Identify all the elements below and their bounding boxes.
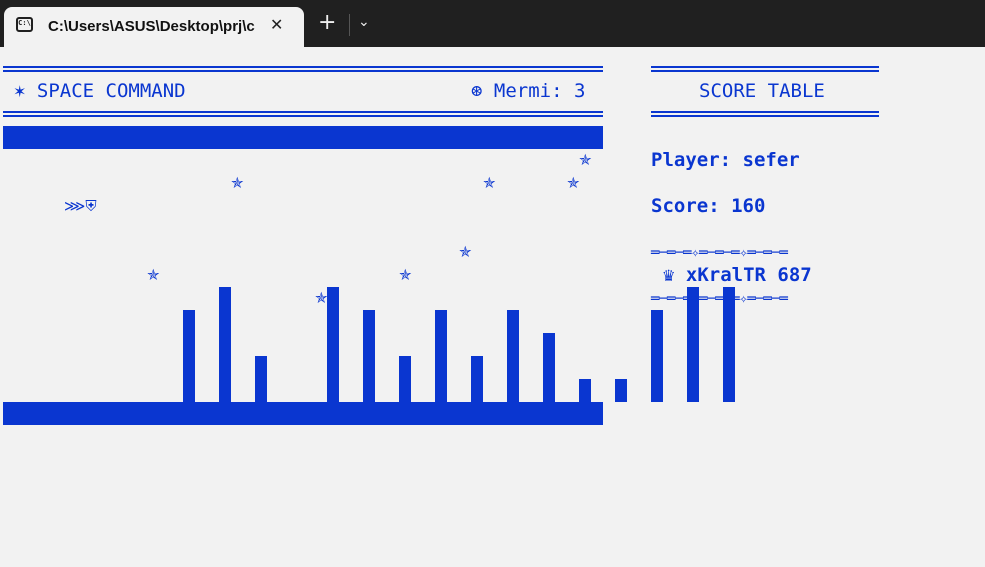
star-icon: ✯: [567, 174, 580, 192]
ammo-counter: ⊛ Mermi: 3: [471, 80, 586, 102]
terrain-column: [543, 333, 555, 402]
player-ship: ⋙⛨: [64, 197, 97, 215]
terrain-column: [399, 356, 411, 402]
terrain-column: [651, 310, 663, 402]
chevron-down-icon[interactable]: ⌄: [358, 14, 370, 30]
close-icon[interactable]: ✕: [270, 15, 283, 34]
game-title: ✶ SPACE COMMAND: [14, 80, 186, 102]
star-icon: ✯: [483, 174, 496, 192]
terrain-column: [327, 287, 339, 402]
terrain-column: [363, 310, 375, 402]
tab-title: C:\Users\ASUS\Desktop\prj\c: [48, 18, 255, 35]
title-bar: C:\ C:\Users\ASUS\Desktop\prj\c ✕ + ⌄: [0, 0, 985, 47]
terrain-column: [471, 356, 483, 402]
terrain-column: [255, 356, 267, 402]
terrain-column: [183, 310, 195, 402]
ground-bar: [3, 402, 603, 425]
star-icon: ✯: [459, 243, 472, 261]
terrain-column: [615, 379, 627, 402]
score-table-header: SCORE TABLE: [699, 80, 825, 102]
terrain-column: [435, 310, 447, 402]
star-icon: ✯: [315, 289, 328, 307]
score-header-bottom-rule: [651, 111, 879, 117]
separator: [349, 14, 350, 36]
game-header-bottom-rule: [3, 111, 603, 117]
terrain-column: [579, 379, 591, 402]
leaderboard-divider-top: ═─═─═✧═─═─═✧═─═─═: [651, 245, 788, 261]
terminal-icon: C:\: [16, 17, 33, 32]
score-top-rule: [651, 66, 879, 72]
terrain-column: [219, 287, 231, 402]
new-tab-button[interactable]: +: [318, 12, 336, 34]
player-name: Player: sefer: [651, 149, 800, 171]
star-icon: ✯: [399, 266, 412, 284]
terrain-column: [507, 310, 519, 402]
leaderboard-entry: ♛ xKralTR 687: [663, 264, 812, 286]
star-icon: ✯: [147, 266, 160, 284]
terminal-tab[interactable]: C:\ C:\Users\ASUS\Desktop\prj\c ✕: [4, 7, 304, 47]
star-icon: ✯: [231, 174, 244, 192]
star-icon: ✯: [579, 151, 592, 169]
current-score: Score: 160: [651, 195, 766, 217]
game-top-rule: [3, 66, 603, 72]
ceiling-bar: [3, 126, 603, 149]
leaderboard-divider-bottom: ═─═─═✧═─═─═✧═─═─═: [651, 291, 788, 307]
